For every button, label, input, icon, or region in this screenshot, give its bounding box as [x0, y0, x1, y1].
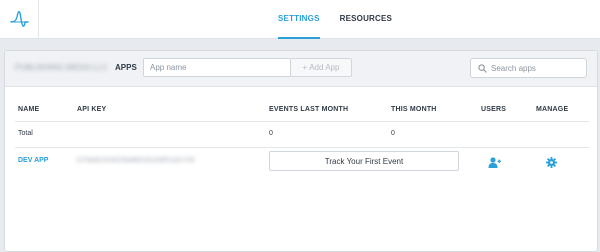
app-name-link[interactable]: DEV APP — [18, 157, 48, 164]
search-apps-box[interactable] — [470, 58, 587, 78]
organization-name: PUBLISHING MEDIA LLC — [15, 63, 108, 72]
gear-icon — [546, 157, 557, 168]
column-header-api-key: API KEY — [77, 106, 107, 113]
column-header-name: NAME — [18, 106, 40, 113]
column-header-this-month: THIS MONTH — [391, 106, 437, 113]
column-header-events-last-month: EVENTS LAST MONTH — [269, 106, 349, 113]
main-nav: SETTINGS RESOURCES — [278, 0, 392, 39]
column-header-users: USERS — [481, 106, 507, 113]
total-events-last-month: 0 — [269, 130, 273, 137]
api-key-value: b7f3a9c2e4d1f6a8b0c5e2d9f1a3c7e6 — [77, 157, 195, 164]
total-this-month: 0 — [391, 130, 395, 137]
add-app-button[interactable]: + Add App — [291, 58, 352, 77]
add-app-label: Add App — [309, 63, 340, 72]
top-navigation-bar: SETTINGS RESOURCES — [0, 0, 600, 39]
add-user-icon — [488, 157, 501, 168]
header-divider — [15, 121, 589, 122]
track-first-event-button[interactable]: Track Your First Event — [269, 151, 459, 171]
plus-icon: + — [302, 63, 308, 72]
row-divider — [15, 147, 589, 148]
apps-panel: PUBLISHING MEDIA LLC APPS + Add App NAME… — [4, 50, 598, 252]
amplitude-logo[interactable] — [0, 0, 39, 38]
total-label: Total — [18, 130, 33, 137]
column-header-manage: MANAGE — [536, 106, 569, 113]
apps-title: APPS — [115, 63, 137, 72]
tab-resources[interactable]: RESOURCES — [340, 0, 392, 38]
logo-icon — [10, 10, 29, 27]
search-icon — [478, 64, 487, 73]
add-user-button[interactable] — [488, 155, 501, 173]
tab-settings[interactable]: SETTINGS — [278, 0, 320, 39]
apps-panel-header: PUBLISHING MEDIA LLC APPS + Add App — [5, 51, 597, 87]
manage-settings-button[interactable] — [546, 155, 557, 173]
app-name-input[interactable] — [143, 58, 291, 77]
search-apps-input[interactable] — [491, 59, 585, 77]
